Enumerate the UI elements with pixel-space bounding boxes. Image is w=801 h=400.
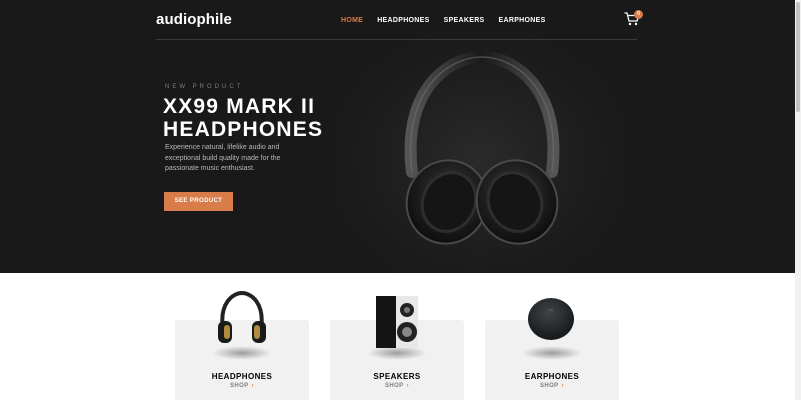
chevron-right-icon: › [251, 383, 254, 389]
speakers-category-image [376, 296, 418, 348]
hero-description: Experience natural, lifelike audio and e… [165, 144, 281, 172]
category-shop-link[interactable]: SHOP › [485, 383, 619, 389]
hero-title-line1: XX99 MARK II [163, 95, 316, 118]
nav-item-home[interactable]: HOME [341, 17, 363, 24]
category-shop-link[interactable]: SHOP › [330, 383, 464, 389]
see-product-button[interactable]: SEE PRODUCT [164, 192, 233, 211]
category-name: HEADPHONES [211, 372, 273, 381]
nav-item-speakers[interactable]: SPEAKERS [444, 17, 485, 24]
chevron-right-icon: › [406, 383, 409, 389]
scrollbar-thumb[interactable] [796, 2, 800, 112]
category-name: EARPHONES [524, 372, 580, 381]
nav-item-earphones[interactable]: EARPHONES [499, 17, 546, 24]
hero-title-line2: HEADPHONES [163, 118, 324, 141]
category-name: SPEAKERS [373, 372, 421, 381]
page-scrollbar[interactable] [795, 0, 801, 400]
nav-item-headphones[interactable]: HEADPHONES [377, 17, 429, 24]
hero-section: audiophile HOME HEADPHONES SPEAKERS EARP… [0, 0, 795, 273]
hero-title: XX99 MARK II HEADPHONES [163, 95, 383, 141]
chevron-right-icon: › [561, 383, 564, 389]
category-shop-link[interactable]: SHOP › [175, 383, 309, 389]
earphones-category-image [528, 298, 574, 340]
headphones-category-image [218, 291, 266, 343]
cart-count-badge: 0 [634, 10, 643, 19]
main-nav: HOME HEADPHONES SPEAKERS EARPHONES [341, 17, 560, 24]
shop-label: SHOP [539, 383, 559, 389]
shop-label: SHOP [384, 383, 404, 389]
hero-overline: NEW PRODUCT [165, 84, 244, 90]
hero-headphones-image [404, 52, 560, 245]
site-logo[interactable]: audiophile [156, 11, 232, 28]
shop-label: SHOP [229, 383, 249, 389]
header-divider [156, 39, 637, 40]
product-shadow [522, 346, 582, 360]
